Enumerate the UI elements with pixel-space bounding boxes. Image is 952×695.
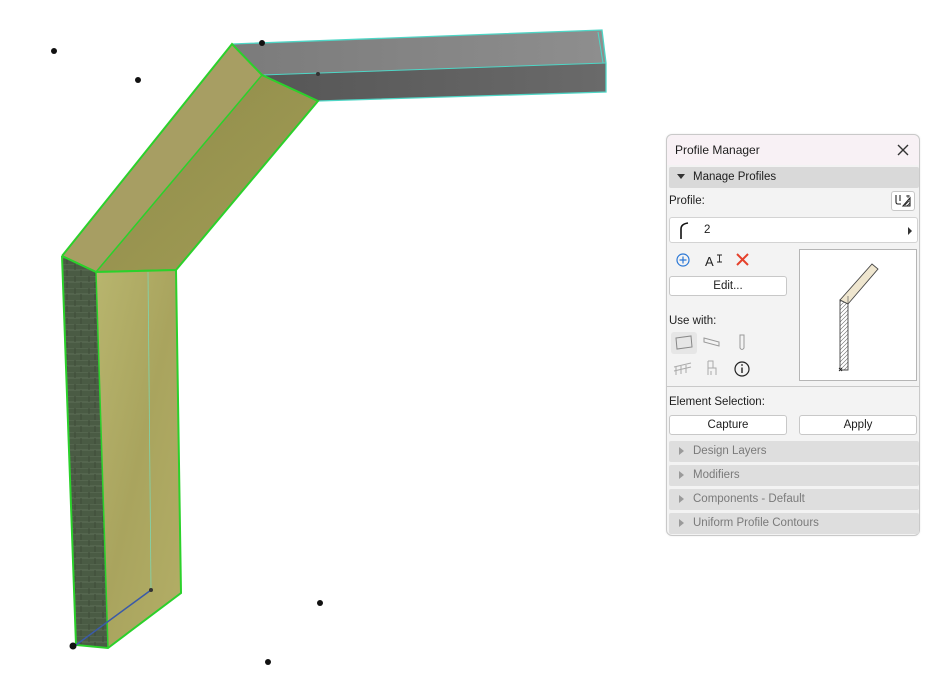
profile-shape-icon bbox=[678, 222, 692, 243]
profile-settings-icon[interactable] bbox=[891, 191, 915, 211]
profile-manager-palette: Profile Manager Manage Profiles Profile:… bbox=[666, 134, 920, 536]
close-icon[interactable] bbox=[893, 140, 913, 160]
modifiers-label: Modifiers bbox=[693, 469, 740, 481]
profile-label: Profile: bbox=[669, 195, 705, 207]
components-header[interactable]: Components - Default bbox=[669, 489, 919, 510]
element-selection-label: Element Selection: bbox=[669, 396, 765, 408]
delete-icon[interactable] bbox=[733, 251, 755, 271]
design-layers-label: Design Layers bbox=[693, 445, 767, 457]
svg-text:A: A bbox=[705, 254, 714, 269]
info-icon[interactable] bbox=[731, 358, 753, 378]
profile-preview bbox=[799, 249, 917, 381]
railing-tool-icon[interactable] bbox=[671, 358, 693, 378]
capture-button[interactable]: Capture bbox=[669, 415, 787, 435]
uniform-profile-contours-header[interactable]: Uniform Profile Contours bbox=[669, 513, 919, 534]
apply-button[interactable]: Apply bbox=[799, 415, 917, 435]
expand-triangle-icon bbox=[679, 471, 684, 479]
modifiers-header[interactable]: Modifiers bbox=[669, 465, 919, 486]
wall-tool-icon[interactable] bbox=[671, 332, 697, 354]
expand-triangle-icon bbox=[679, 495, 684, 503]
edit-button[interactable]: Edit... bbox=[669, 276, 787, 296]
add-profile-icon[interactable] bbox=[673, 251, 695, 271]
use-with-label: Use with: bbox=[669, 315, 717, 327]
object-tool-icon[interactable] bbox=[701, 358, 723, 378]
palette-titlebar[interactable]: Profile Manager bbox=[667, 135, 919, 165]
components-label: Components - Default bbox=[693, 493, 805, 505]
vertical-wall-segment[interactable] bbox=[61, 255, 183, 650]
rename-text-icon[interactable]: A bbox=[703, 251, 725, 271]
manage-profiles-label: Manage Profiles bbox=[693, 171, 777, 183]
chevron-right-icon bbox=[908, 227, 912, 235]
collapse-triangle-icon bbox=[677, 174, 685, 179]
manage-profiles-header[interactable]: Manage Profiles bbox=[669, 167, 919, 188]
palette-title: Profile Manager bbox=[675, 143, 760, 157]
uniform-profile-contours-label: Uniform Profile Contours bbox=[693, 517, 819, 529]
design-layers-header[interactable]: Design Layers bbox=[669, 441, 919, 462]
profile-selector[interactable]: 2 bbox=[669, 217, 918, 243]
profile-value: 2 bbox=[704, 224, 711, 236]
expand-triangle-icon bbox=[679, 519, 684, 527]
column-tool-icon[interactable] bbox=[731, 332, 753, 352]
divider bbox=[667, 386, 919, 387]
expand-triangle-icon bbox=[679, 447, 684, 455]
beam-tool-icon[interactable] bbox=[701, 332, 723, 352]
